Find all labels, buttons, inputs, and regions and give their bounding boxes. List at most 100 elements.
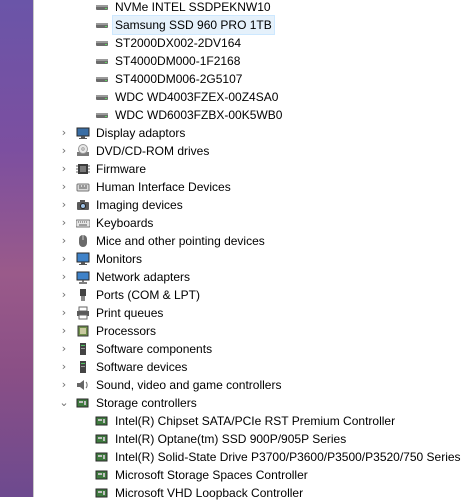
tree-item-label: Intel(R) Solid-State Drive P3700/P3600/P… bbox=[115, 450, 461, 464]
tree-item-disk-drive[interactable]: WDC WD4003FZEX-00Z4SA0 bbox=[34, 88, 467, 106]
hid-icon bbox=[76, 180, 90, 194]
tree-item-label: WDC WD4003FZEX-00Z4SA0 bbox=[115, 90, 279, 104]
tree-item-label: ST2000DX002-2DV164 bbox=[115, 36, 242, 50]
desktop-background-strip bbox=[0, 0, 34, 497]
tree-item-disk-drive[interactable]: WDC WD6003FZBX-00K5WB0 bbox=[34, 106, 467, 124]
disk-drive-icon bbox=[95, 108, 109, 122]
tree-category-display-adaptors[interactable]: › Display adaptors bbox=[34, 124, 467, 142]
disk-drive-icon bbox=[95, 18, 109, 32]
tree-item-label: Mice and other pointing devices bbox=[96, 234, 265, 248]
chevron-right-icon[interactable]: › bbox=[58, 304, 70, 322]
tree-item-label: Network adapters bbox=[96, 270, 191, 284]
disk-drive-icon bbox=[95, 0, 109, 14]
disk-drive-icon bbox=[95, 90, 109, 104]
tree-item-label: Processors bbox=[96, 324, 157, 338]
chevron-right-icon[interactable]: › bbox=[58, 196, 70, 214]
tree-item-label: ST4000DM006-2G5107 bbox=[115, 72, 243, 86]
processor-icon bbox=[76, 324, 90, 338]
disk-drive-icon bbox=[95, 72, 109, 86]
tree-item-disk-drive[interactable]: NVMe INTEL SSDPEKNW10 bbox=[34, 0, 467, 16]
chevron-right-icon[interactable]: › bbox=[58, 160, 70, 178]
network-adapter-icon bbox=[76, 270, 90, 284]
storage-controller-icon bbox=[95, 450, 109, 464]
device-tree[interactable]: NVMe INTEL SSDPEKNW10 Samsung SSD 960 PR… bbox=[34, 0, 467, 500]
tree-item-label: NVMe INTEL SSDPEKNW10 bbox=[115, 0, 271, 14]
tree-item-disk-drive[interactable]: ST2000DX002-2DV164 bbox=[34, 34, 467, 52]
tree-item-label: Imaging devices bbox=[96, 198, 183, 212]
tree-category-software-components[interactable]: › Software components bbox=[34, 340, 467, 358]
tree-category-human-interface-devices[interactable]: › Human Interface Devices bbox=[34, 178, 467, 196]
disk-drive-icon bbox=[95, 54, 109, 68]
storage-controller-icon bbox=[95, 468, 109, 482]
tree-item-label: Sound, video and game controllers bbox=[96, 378, 282, 392]
camera-icon bbox=[76, 198, 90, 212]
disk-drive-icon bbox=[95, 36, 109, 50]
dvd-drive-icon bbox=[76, 144, 90, 158]
tree-item-storage-controller[interactable]: Microsoft Storage Spaces Controller bbox=[34, 466, 467, 484]
tree-category-ports[interactable]: › Ports (COM & LPT) bbox=[34, 286, 467, 304]
tree-item-label: Print queues bbox=[96, 306, 164, 320]
tree-item-label: Ports (COM & LPT) bbox=[96, 288, 201, 302]
tree-item-label: ST4000DM000-1F2168 bbox=[115, 54, 241, 68]
tree-category-print-queues[interactable]: › Print queues bbox=[34, 304, 467, 322]
tree-category-processors[interactable]: › Processors bbox=[34, 322, 467, 340]
tree-item-label: Software devices bbox=[96, 360, 188, 374]
tree-item-label: Firmware bbox=[96, 162, 146, 176]
keyboard-icon bbox=[76, 216, 90, 230]
tree-category-dvd-cd-rom-drives[interactable]: › DVD/CD-ROM drives bbox=[34, 142, 467, 160]
chevron-right-icon[interactable]: › bbox=[58, 142, 70, 160]
software-device-icon bbox=[76, 360, 90, 374]
tree-category-storage-controllers[interactable]: ⌄ Storage controllers bbox=[34, 394, 467, 412]
tree-item-storage-controller[interactable]: Microsoft VHD Loopback Controller bbox=[34, 484, 467, 502]
chevron-right-icon[interactable]: › bbox=[58, 232, 70, 250]
tree-item-storage-controller[interactable]: Intel(R) Optane(tm) SSD 900P/905P Series bbox=[34, 430, 467, 448]
tree-item-label: Monitors bbox=[96, 252, 143, 266]
chevron-right-icon[interactable]: › bbox=[58, 124, 70, 142]
monitor-icon bbox=[76, 252, 90, 266]
chevron-right-icon[interactable]: › bbox=[58, 268, 70, 286]
storage-controller-icon bbox=[95, 432, 109, 446]
chevron-right-icon[interactable]: › bbox=[58, 178, 70, 196]
tree-item-label: Human Interface Devices bbox=[96, 180, 231, 194]
tree-category-mice[interactable]: › Mice and other pointing devices bbox=[34, 232, 467, 250]
tree-item-disk-drive[interactable]: ST4000DM006-2G5107 bbox=[34, 70, 467, 88]
chevron-down-icon[interactable]: ⌄ bbox=[58, 394, 70, 412]
firmware-icon bbox=[76, 162, 90, 176]
tree-category-software-devices[interactable]: › Software devices bbox=[34, 358, 467, 376]
chevron-right-icon[interactable]: › bbox=[58, 322, 70, 340]
tree-item-label: Storage controllers bbox=[96, 396, 197, 410]
display-adapter-icon bbox=[76, 126, 90, 140]
software-component-icon bbox=[76, 342, 90, 356]
chevron-right-icon[interactable]: › bbox=[58, 376, 70, 394]
chevron-right-icon[interactable]: › bbox=[58, 340, 70, 358]
tree-item-label: Microsoft VHD Loopback Controller bbox=[115, 486, 304, 500]
speaker-icon bbox=[76, 378, 90, 392]
printer-icon bbox=[76, 306, 90, 320]
tree-item-label: Intel(R) Optane(tm) SSD 900P/905P Series bbox=[115, 432, 347, 446]
tree-item-label: Intel(R) Chipset SATA/PCIe RST Premium C… bbox=[115, 414, 396, 428]
tree-category-imaging-devices[interactable]: › Imaging devices bbox=[34, 196, 467, 214]
tree-category-firmware[interactable]: › Firmware bbox=[34, 160, 467, 178]
tree-category-network-adapters[interactable]: › Network adapters bbox=[34, 268, 467, 286]
tree-item-label: DVD/CD-ROM drives bbox=[96, 144, 210, 158]
storage-controller-icon bbox=[95, 414, 109, 428]
tree-category-keyboards[interactable]: › Keyboards bbox=[34, 214, 467, 232]
tree-item-disk-drive[interactable]: ST4000DM000-1F2168 bbox=[34, 52, 467, 70]
chevron-right-icon[interactable]: › bbox=[58, 358, 70, 376]
tree-item-label: Microsoft Storage Spaces Controller bbox=[115, 468, 308, 482]
port-icon bbox=[76, 288, 90, 302]
tree-item-label: WDC WD6003FZBX-00K5WB0 bbox=[115, 108, 283, 122]
chevron-right-icon[interactable]: › bbox=[58, 250, 70, 268]
tree-category-monitors[interactable]: › Monitors bbox=[34, 250, 467, 268]
storage-controller-icon bbox=[76, 396, 90, 410]
tree-item-storage-controller[interactable]: Intel(R) Solid-State Drive P3700/P3600/P… bbox=[34, 448, 467, 466]
tree-item-disk-drive[interactable]: Samsung SSD 960 PRO 1TB bbox=[34, 15, 467, 35]
tree-item-label: Display adaptors bbox=[96, 126, 186, 140]
tree-item-label-selected: Samsung SSD 960 PRO 1TB bbox=[112, 15, 275, 35]
chevron-right-icon[interactable]: › bbox=[58, 214, 70, 232]
chevron-right-icon[interactable]: › bbox=[58, 286, 70, 304]
tree-item-label: Keyboards bbox=[96, 216, 154, 230]
storage-controller-icon bbox=[95, 486, 109, 500]
tree-category-sound-video-game[interactable]: › Sound, video and game controllers bbox=[34, 376, 467, 394]
tree-item-storage-controller[interactable]: Intel(R) Chipset SATA/PCIe RST Premium C… bbox=[34, 412, 467, 430]
